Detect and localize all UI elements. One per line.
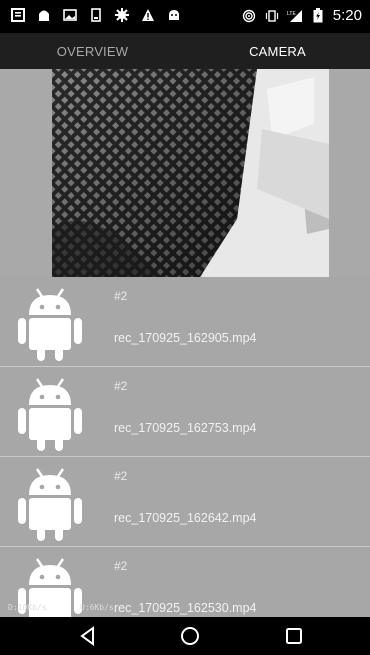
hotspot-icon — [241, 8, 257, 24]
navigation-bar — [0, 617, 370, 655]
tab-overview[interactable]: OVERVIEW — [0, 33, 185, 69]
image-icon — [62, 7, 78, 23]
warning-icon — [140, 7, 156, 23]
recording-number: #2 — [114, 559, 128, 573]
list-item[interactable]: #2 rec_170925_162905.mp4 — [0, 277, 370, 367]
shield-icon — [36, 7, 52, 23]
status-time: 5:20 — [332, 7, 362, 24]
android-icon — [15, 373, 85, 453]
android-icon — [15, 463, 85, 543]
svg-text:LTE: LTE — [287, 11, 296, 17]
camera-preview-image[interactable] — [52, 69, 329, 277]
recents-icon[interactable] — [280, 622, 308, 650]
download-speed: D:10Kb/s — [8, 603, 47, 612]
recording-filename: rec_170925_162753.mp4 — [114, 421, 257, 435]
status-bar: LTE 5:20 — [0, 0, 370, 33]
notes-icon — [10, 7, 26, 23]
battery-charging-icon — [310, 8, 326, 24]
lte-signal-icon: LTE — [287, 8, 303, 24]
tab-camera[interactable]: CAMERA — [185, 33, 370, 69]
card-icon — [88, 7, 104, 23]
home-icon[interactable] — [176, 622, 204, 650]
tab-bar: OVERVIEW CAMERA — [0, 33, 370, 101]
vibrate-icon — [264, 8, 280, 24]
camera-preview-area — [0, 69, 370, 277]
gear-icon — [114, 7, 130, 23]
android-icon — [166, 7, 182, 23]
recording-number: #2 — [114, 289, 128, 303]
upload-speed: U:6Kb/s — [80, 603, 114, 612]
list-item[interactable]: #2 rec_170925_162642.mp4 — [0, 457, 370, 547]
list-item[interactable]: #2 rec_170925_162530.mp4 — [0, 547, 370, 631]
recording-number: #2 — [114, 379, 128, 393]
recording-filename: rec_170925_162530.mp4 — [114, 601, 257, 615]
list-item[interactable]: #2 rec_170925_162753.mp4 — [0, 367, 370, 457]
recording-filename: rec_170925_162905.mp4 — [114, 331, 257, 345]
back-icon[interactable] — [74, 622, 102, 650]
android-icon — [15, 283, 85, 363]
recording-number: #2 — [114, 469, 128, 483]
recording-filename: rec_170925_162642.mp4 — [114, 511, 257, 525]
